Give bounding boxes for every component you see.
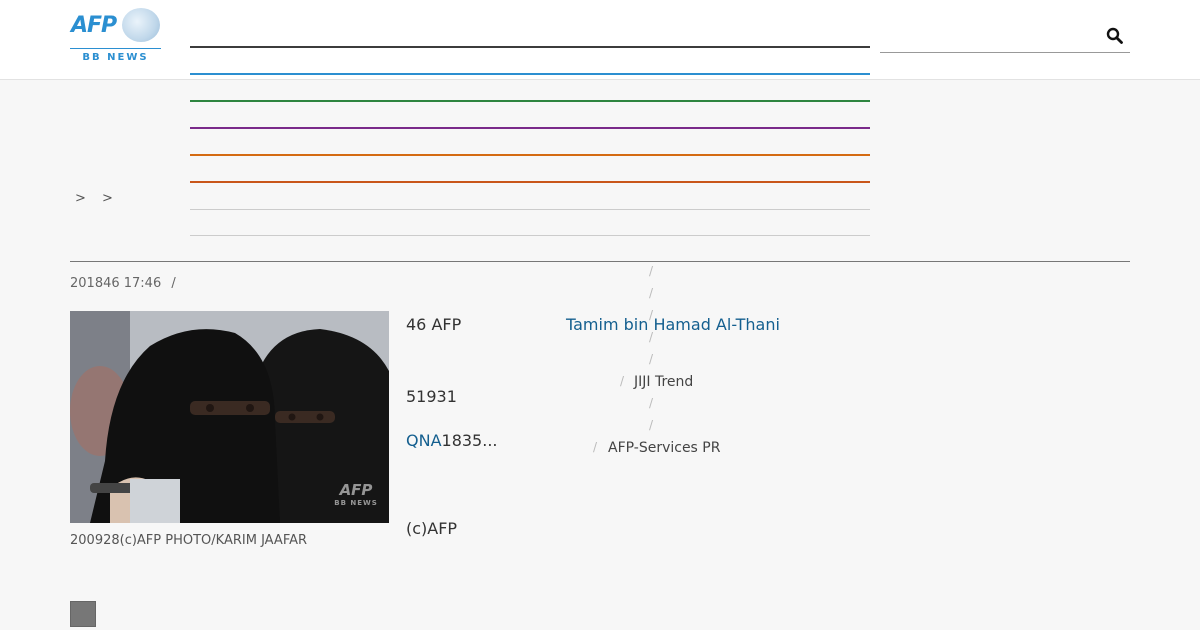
breadcrumb[interactable]: > >	[75, 191, 119, 206]
photo-watermark-text: AFP	[339, 481, 373, 499]
sidebar-separator: /	[649, 330, 654, 344]
paragraph-1-text: 46 AFP	[406, 315, 462, 334]
article-meta: 201846 17:46 /	[70, 276, 176, 291]
nav-item-8[interactable]	[190, 235, 870, 236]
search-input[interactable]	[880, 52, 1130, 53]
site-header: AFP BB NEWS	[0, 0, 1200, 80]
article-date: 201846 17:46	[70, 276, 162, 291]
photo-watermark: AFP BB NEWS	[326, 481, 386, 507]
nav-item-7[interactable]	[190, 209, 870, 210]
sidebar-separator: /	[620, 374, 625, 388]
article-paragraph-4: (c)AFP	[406, 519, 458, 538]
afp-bb-news-logo[interactable]: AFP BB NEWS	[70, 8, 162, 64]
sidebar-separator: /	[649, 396, 654, 410]
nav-item-4[interactable]	[190, 127, 870, 129]
tamim-bin-hamad-link[interactable]: Tamim bin Hamad Al-Thani	[566, 315, 780, 334]
article-paragraph-2: 51931	[406, 387, 457, 406]
globe-icon	[122, 8, 160, 42]
sidebar-separator: /	[649, 418, 654, 432]
logo-subtext: BB NEWS	[82, 52, 149, 63]
paragraph-3-text: 1835...	[441, 431, 498, 450]
share-button[interactable]	[70, 601, 96, 627]
qna-link[interactable]: QNA	[406, 431, 442, 450]
article-photo[interactable]: AFP BB NEWS	[70, 311, 389, 523]
sidebar-separator: /	[649, 352, 654, 366]
sidebar-separator: /	[649, 286, 654, 300]
photo-caption: 200928(c)AFP PHOTO/KARIM JAAFAR	[70, 533, 308, 548]
nav-item-1[interactable]	[190, 46, 870, 48]
nav-item-2[interactable]	[190, 73, 870, 75]
search-icon[interactable]	[1106, 27, 1124, 45]
article-paragraph-3: QNA1835...	[406, 431, 498, 450]
sidebar-item-afp-services-pr[interactable]: AFP-Services PR	[608, 440, 720, 456]
logo-text: AFP	[71, 13, 117, 38]
meta-separator: /	[171, 276, 176, 291]
sidebar-item-jiji-trend[interactable]: JIJI Trend	[634, 374, 693, 390]
sidebar-separator: /	[649, 308, 654, 322]
article-paragraph-1: 46 AFP	[406, 315, 461, 334]
nav-item-3[interactable]	[190, 100, 870, 102]
nav-item-5[interactable]	[190, 154, 870, 156]
title-divider	[70, 261, 1130, 262]
photo-watermark-subtext: BB NEWS	[334, 499, 378, 507]
sidebar-separator: /	[593, 440, 598, 454]
logo-divider	[70, 48, 161, 49]
sidebar-separator: /	[649, 264, 654, 278]
nav-item-6[interactable]	[190, 181, 870, 183]
